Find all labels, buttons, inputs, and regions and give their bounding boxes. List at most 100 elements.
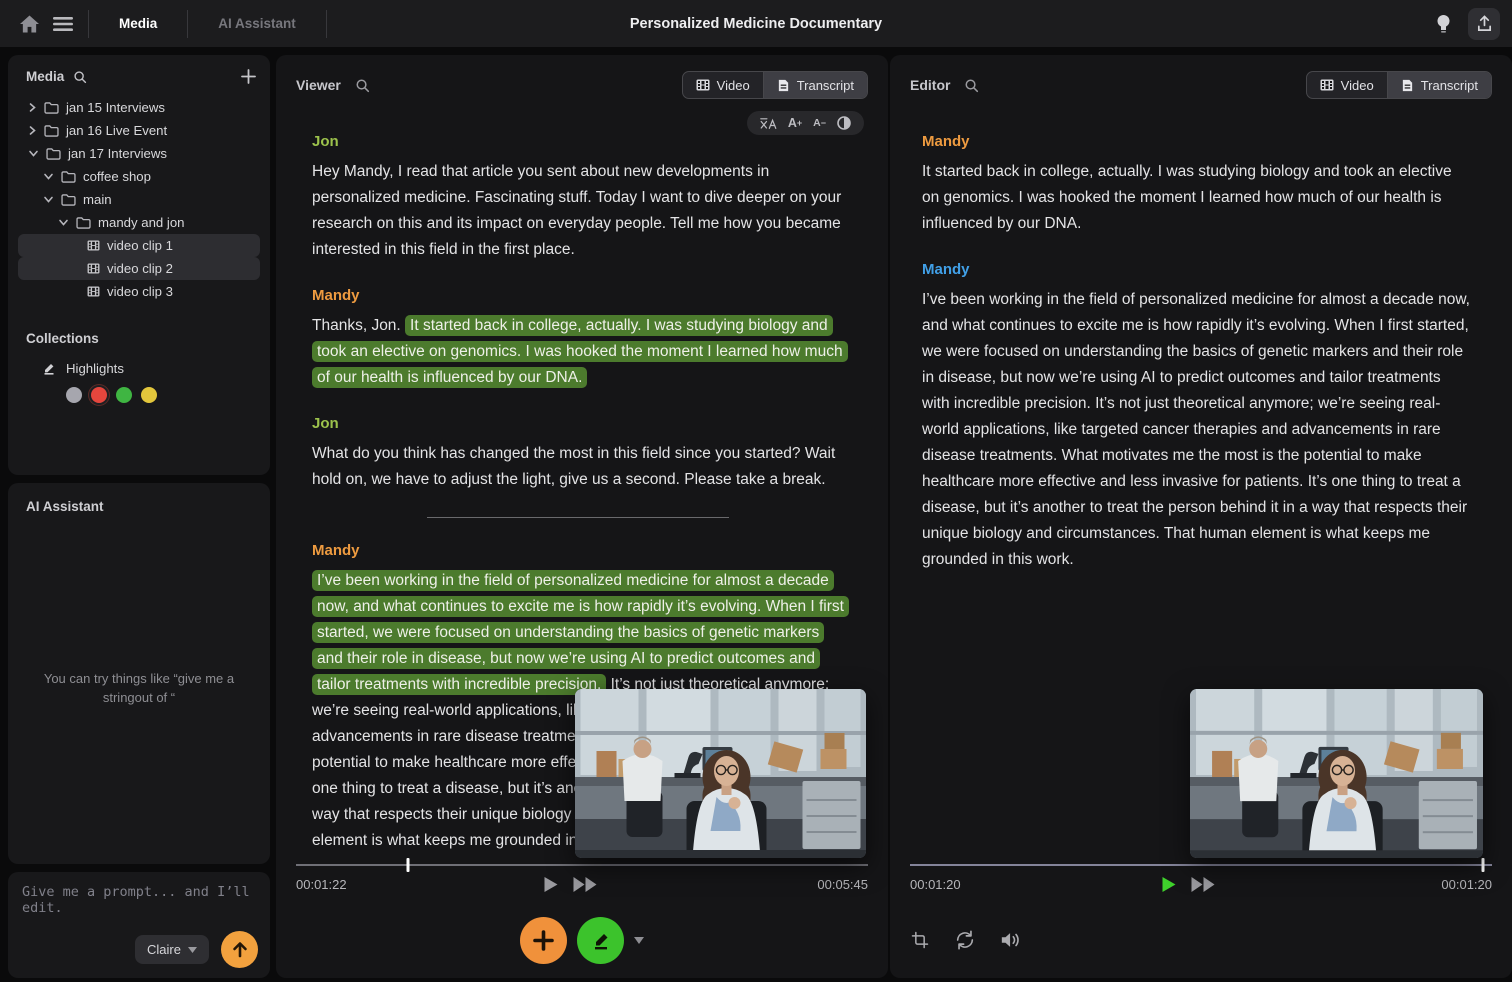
voice-select-button[interactable]: Claire: [135, 935, 209, 964]
tree-item-label: jan 16 Live Event: [66, 123, 167, 138]
replace-button[interactable]: [954, 929, 976, 951]
transcript-paragraph[interactable]: It started back in college, actually. I …: [922, 159, 1472, 237]
film-icon: [1320, 79, 1334, 91]
chevron-down-icon[interactable]: [58, 218, 69, 227]
editor-video-preview[interactable]: [1190, 689, 1483, 858]
crop-button[interactable]: [910, 930, 930, 950]
viewer-play-button[interactable]: [544, 877, 557, 892]
transcript-paragraph[interactable]: I’ve been working in the field of person…: [922, 287, 1472, 573]
send-prompt-button[interactable]: [221, 931, 258, 968]
add-media-button[interactable]: [241, 69, 256, 84]
viewer-search-button[interactable]: [355, 78, 370, 93]
transcript-block: Jon Hey Mandy, I read that article you s…: [312, 133, 844, 263]
tree-item[interactable]: video clip 2: [18, 257, 260, 280]
prompt-card: Claire: [8, 872, 270, 978]
editor-play-button[interactable]: [1163, 877, 1176, 892]
menu-button[interactable]: [46, 7, 80, 41]
topbar-divider: [187, 10, 188, 38]
highlight-color-dot[interactable]: [116, 387, 132, 403]
transcript-text[interactable]: It started back in college, actually. I …: [922, 163, 1452, 232]
editor-search-button[interactable]: [964, 78, 979, 93]
speaker-name[interactable]: Mandy: [922, 261, 1472, 278]
tree-item-label: jan 17 Interviews: [68, 146, 167, 161]
film-icon: [87, 263, 100, 274]
volume-button[interactable]: [1000, 930, 1022, 950]
media-search-button[interactable]: [73, 70, 87, 84]
editor-title: Editor: [910, 77, 950, 93]
topbar: Media AI Assistant Personalized Medicine…: [0, 0, 1512, 47]
highlighter-icon: [42, 361, 56, 375]
transcript-paragraph[interactable]: Hey Mandy, I read that article you sent …: [312, 159, 844, 263]
editor-fast-forward-button[interactable]: [1192, 877, 1216, 892]
speaker-name[interactable]: Jon: [312, 415, 844, 432]
viewer-title: Viewer: [296, 77, 341, 93]
viewer-video-preview[interactable]: [575, 689, 866, 858]
transcript-paragraph[interactable]: What do you think has changed the most i…: [312, 441, 844, 493]
viewer-current-time: 00:01:22: [296, 877, 347, 892]
highlight-color-dot[interactable]: [66, 387, 82, 403]
editor-panel: Editor Video Transcript Mandy It started…: [890, 55, 1512, 978]
editor-video-toggle[interactable]: Video: [1307, 72, 1387, 98]
editor-current-time: 00:01:20: [910, 877, 961, 892]
chevron-down-icon[interactable]: [43, 172, 54, 181]
font-decrease-button[interactable]: A−: [813, 117, 826, 129]
chevron-down-icon[interactable]: [28, 149, 39, 158]
font-increase-button[interactable]: A+: [788, 116, 802, 130]
speaker-name[interactable]: Mandy: [312, 287, 844, 304]
chevron-right-icon[interactable]: [28, 102, 37, 113]
tab-ai-assistant[interactable]: AI Assistant: [196, 0, 318, 47]
transcript-text[interactable]: Thanks, Jon.: [312, 317, 405, 334]
highlight-color-dot[interactable]: [91, 387, 107, 403]
contrast-icon[interactable]: [837, 116, 851, 130]
lab-scene-image: [1190, 689, 1483, 858]
translate-icon[interactable]: [760, 117, 777, 130]
tree-item-label: video clip 1: [107, 238, 173, 253]
tree-item[interactable]: jan 16 Live Event: [18, 119, 260, 142]
font-controls: A+ A−: [747, 111, 864, 135]
editor-mode-toggle: Video Transcript: [1306, 71, 1492, 99]
speaker-name[interactable]: Mandy: [312, 542, 844, 559]
add-to-timeline-button[interactable]: [520, 917, 567, 964]
transcript-text[interactable]: What do you think has changed the most i…: [312, 445, 835, 488]
menu-icon: [53, 17, 73, 31]
editor-transport: 00:01:20 00:01:20: [890, 864, 1512, 902]
arrow-up-icon: [232, 941, 248, 958]
highlights-collection[interactable]: Highlights: [20, 356, 258, 380]
tree-item[interactable]: mandy and jon: [18, 211, 260, 234]
editor-blocks: Mandy It started back in college, actual…: [922, 133, 1472, 573]
tree-item[interactable]: jan 15 Interviews: [18, 96, 260, 119]
transcript-paragraph[interactable]: Thanks, Jon. It started back in college,…: [312, 313, 844, 391]
highlight-color-dot[interactable]: [141, 387, 157, 403]
tree-item[interactable]: coffee shop: [18, 165, 260, 188]
home-button[interactable]: [12, 7, 46, 41]
viewer-transcript-toggle[interactable]: Transcript: [763, 72, 867, 98]
speaker-name[interactable]: Jon: [312, 133, 844, 150]
chevron-right-icon[interactable]: [28, 125, 37, 136]
transcript-block: Jon What do you think has changed the mo…: [312, 415, 844, 493]
tree-item-label: video clip 3: [107, 284, 173, 299]
tree-item[interactable]: main: [18, 188, 260, 211]
tips-button[interactable]: [1426, 7, 1460, 41]
transcript-block: Mandy I’ve been working in the field of …: [922, 261, 1472, 573]
document-icon: [1401, 79, 1414, 92]
prompt-input[interactable]: [22, 884, 256, 928]
transcript-block: Mandy Thanks, Jon. It started back in co…: [312, 287, 844, 391]
tree-item[interactable]: video clip 3: [18, 280, 260, 303]
film-icon: [87, 286, 100, 297]
highlights-label: Highlights: [66, 361, 124, 376]
speaker-name[interactable]: Mandy: [922, 133, 1472, 150]
highlight-options-button[interactable]: [634, 937, 644, 944]
viewer-video-toggle[interactable]: Video: [683, 72, 763, 98]
transcript-text[interactable]: I’ve been working in the field of person…: [922, 291, 1470, 568]
chevron-down-icon[interactable]: [43, 195, 54, 204]
highlight-button[interactable]: [577, 917, 624, 964]
tree-item[interactable]: video clip 1: [18, 234, 260, 257]
viewer-fast-forward-button[interactable]: [573, 877, 597, 892]
folder-icon: [61, 194, 76, 206]
editor-transcript-toggle[interactable]: Transcript: [1387, 72, 1491, 98]
export-button[interactable]: [1468, 8, 1500, 40]
tree-item[interactable]: jan 17 Interviews: [18, 142, 260, 165]
transcript-text[interactable]: Hey Mandy, I read that article you sent …: [312, 163, 841, 258]
home-icon: [20, 15, 39, 33]
tab-media[interactable]: Media: [97, 0, 179, 47]
